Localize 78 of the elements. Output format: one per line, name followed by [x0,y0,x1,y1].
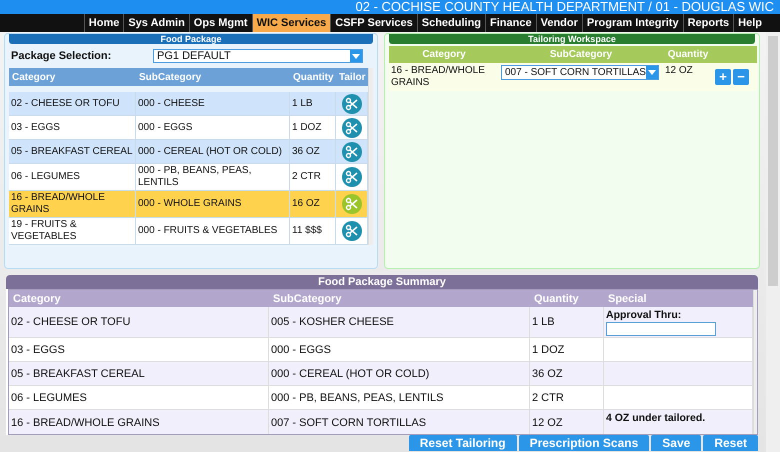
table-cell: 02 - CHEESE OR TOFU [9,92,136,116]
table-cell: 000 - EGGS [136,116,290,140]
page-scrollbar[interactable] [766,32,780,452]
subcategory-dropdown[interactable]: 007 - SOFT CORN TORTILLAS [501,65,659,80]
table-cell: 1 DOZ [530,338,604,362]
column-header: SubCategory [136,68,290,86]
table-cell: 000 - EGGS [269,338,530,362]
table-cell: 06 - LEGUMES [9,386,269,410]
note-text: 4 OZ under tailored. [606,412,706,424]
panel-title: Food Package [9,34,373,44]
column-header: Special [604,290,753,307]
table-cell: 16 - BREAD/WHOLE GRAINS [389,63,499,91]
column-header: Category [389,46,499,63]
scissors-icon[interactable] [342,167,362,187]
table-cell: 36 OZ [530,362,604,386]
caret-icon [350,50,362,62]
field-label: Approval Thru: [606,309,682,321]
column-header: Category [9,290,269,307]
column-header: Quantity [663,46,713,63]
column-header: SubCategory [269,290,530,307]
nav-tab[interactable]: Program Integrity [582,14,683,32]
nav-tab[interactable]: Reports [682,14,734,32]
table-cell: 16 OZ [290,191,336,218]
table-cell: 000 - FRUITS & VEGETABLES [136,218,290,245]
table-cell: 06 - LEGUMES [9,164,136,191]
table-cell: 16 - BREAD/WHOLE GRAINS [9,191,136,218]
table-cell: 03 - EGGS [9,338,269,362]
table-cell: 02 - CHEESE OR TOFU [9,307,269,338]
field-label: Package Selection: [10,50,112,62]
column-header: Quantity [530,290,604,307]
scissors-icon[interactable] [342,194,362,214]
agency-title: 02 - COCHISE COUNTY HEALTH DEPARTMENT / 01 - DOUGLAS WIC [356,0,774,14]
column-header: SubCategory [499,46,663,63]
table-cell: 05 - BREAKFAST CEREAL [9,362,269,386]
table-cell: 03 - EGGS [9,116,136,140]
nav-tab[interactable]: Finance [485,14,536,32]
nav-tab[interactable]: Sys Admin [123,14,189,32]
column-header: Quantity [290,68,336,86]
nav-tab[interactable]: Home [84,14,124,32]
table-cell: 000 - CEREAL (HOT OR COLD) [136,140,290,164]
table-cell: 12 OZ [530,410,604,434]
column-header: Category [9,68,136,86]
table-cell: 1 LB [290,92,336,116]
table-cell: 000 - PB, BEANS, PEAS, LENTILS [136,164,290,191]
scissors-icon[interactable] [342,118,362,138]
table-cell: 2 CTR [290,164,336,191]
table-cell: 11 $$$ [290,218,336,245]
scissors-icon[interactable] [342,94,362,114]
package-dropdown[interactable]: PG1 DEFAULT [153,49,363,63]
nav-tab[interactable]: Help [733,14,766,32]
table-cell: 12 OZ [663,63,713,91]
nav-tab[interactable]: Vendor [536,14,582,32]
panel-title: Food Package Summary [6,275,758,289]
panel-title: Tailoring Workspace [389,34,755,44]
column-header: Tailor [336,68,368,86]
table-cell: 000 - CEREAL (HOT OR COLD) [269,362,530,386]
table-cell: 2 CTR [530,386,604,410]
scissors-icon[interactable] [342,221,362,241]
caret-icon [646,66,658,79]
header-cell [713,46,757,63]
scrollbar[interactable] [368,68,373,245]
table-cell: 05 - BREAKFAST CEREAL [9,140,136,164]
table-cell: 000 - PB, BEANS, PEAS, LENTILS [269,386,530,410]
table-cell: 007 - SOFT CORN TORTILLAS [269,410,530,434]
table-cell: 000 - CHEESE [136,92,290,116]
table-cell: 1 LB [530,307,604,338]
nav-tab[interactable]: CSFP Services [330,14,417,32]
table-cell: 1 DOZ [290,116,336,140]
date-input-field[interactable] [606,322,716,336]
nav-tab[interactable]: WIC Services [252,14,330,32]
table-cell: 005 - KOSHER CHEESE [269,307,530,338]
scissors-icon[interactable] [342,142,362,162]
table-cell: 36 OZ [290,140,336,164]
table-cell: 19 - FRUITS & VEGETABLES [9,218,136,245]
table-cell: 16 - BREAD/WHOLE GRAINS [9,410,269,434]
nav-tab[interactable]: Scheduling [416,14,486,32]
scrollbar[interactable] [753,290,757,434]
table-cell: 000 - WHOLE GRAINS [136,191,290,218]
